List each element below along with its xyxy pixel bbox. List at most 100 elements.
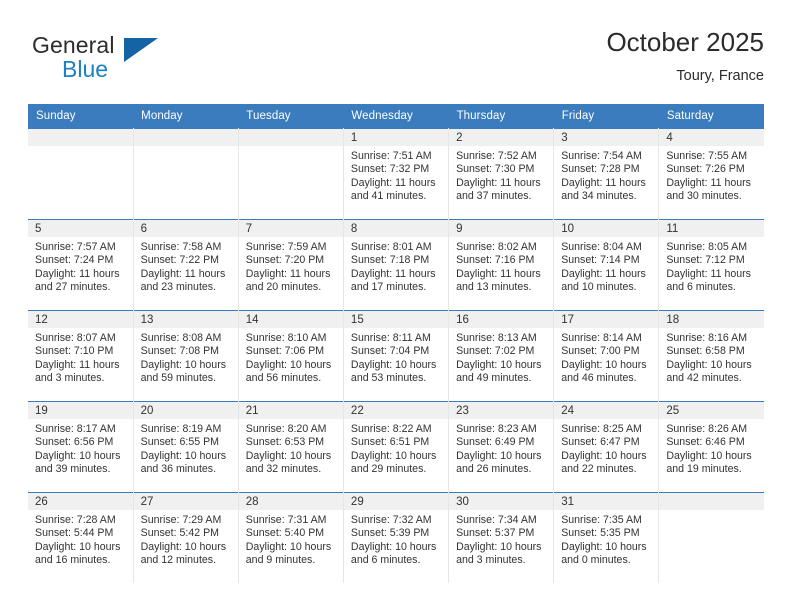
daylight-duration-line2: and 22 minutes. bbox=[561, 463, 637, 476]
day-number: 8 bbox=[343, 220, 449, 237]
calendar-day-cell[interactable]: 24 Sunrise: 8:25 AM Sunset: 6:47 PM Dayligh… bbox=[553, 401, 660, 493]
sunrise-time: Sunrise: 7:55 AM bbox=[666, 150, 748, 162]
calendar-day-cell[interactable]: 16 Sunrise: 8:13 AM Sunset: 7:02 PM Dayligh… bbox=[448, 310, 555, 402]
daylight-duration-line1: Daylight: 10 hours bbox=[140, 540, 227, 553]
daylight-duration-line1: Daylight: 10 hours bbox=[140, 358, 227, 371]
calendar-day-cell[interactable]: 30 Sunrise: 7:34 AM Sunset: 5:37 PM Dayligh… bbox=[448, 492, 555, 583]
calendar-day-cell[interactable]: 29 Sunrise: 7:32 AM Sunset: 5:39 PM Dayligh… bbox=[343, 492, 450, 583]
calendar-week-row: 26 Sunrise: 7:28 AM Sunset: 5:44 PM Dayligh… bbox=[28, 492, 764, 583]
sunrise-time: Sunrise: 8:04 AM bbox=[561, 241, 642, 253]
calendar-day-cell[interactable]: 14 Sunrise: 8:10 AM Sunset: 7:06 PM Dayligh… bbox=[238, 310, 344, 402]
day-number: 20 bbox=[133, 402, 238, 419]
day-number: 3 bbox=[554, 129, 659, 146]
daylight-duration-line1: Daylight: 10 hours bbox=[350, 449, 437, 462]
day-number: 23 bbox=[449, 402, 554, 419]
sunset-time: Sunset: 7:12 PM bbox=[666, 254, 745, 267]
daylight-duration-line2: and 17 minutes. bbox=[350, 281, 427, 294]
calendar-day-cell[interactable]: 31 Sunrise: 7:35 AM Sunset: 5:35 PM Dayligh… bbox=[553, 492, 660, 583]
calendar-day-cell[interactable]: 21 Sunrise: 8:20 AM Sunset: 6:53 PM Dayligh… bbox=[238, 401, 344, 493]
sunrise-time: Sunrise: 7:51 AM bbox=[350, 150, 432, 162]
calendar-day-cell[interactable]: 20 Sunrise: 8:19 AM Sunset: 6:55 PM Dayligh… bbox=[133, 401, 239, 493]
calendar-day-cell[interactable]: 1 Sunrise: 7:51 AM Sunset: 7:32 PM Daylight… bbox=[343, 128, 450, 220]
calendar-day-cell[interactable]: 5 Sunrise: 7:57 AM Sunset: 7:24 PM Daylight… bbox=[28, 219, 134, 311]
calendar-day-cell[interactable]: 17 Sunrise: 8:14 AM Sunset: 7:00 PM Dayligh… bbox=[553, 310, 660, 402]
day-details: Sunrise: 8:20 AM Sunset: 6:53 PM Daylight:… bbox=[239, 419, 343, 477]
day-details: Sunrise: 8:11 AM Sunset: 7:04 PM Daylight:… bbox=[344, 328, 448, 386]
calendar-day-cell[interactable]: 26 Sunrise: 7:28 AM Sunset: 5:44 PM Dayligh… bbox=[28, 492, 134, 583]
sunrise-time: Sunrise: 7:28 AM bbox=[35, 514, 116, 526]
day-number: 16 bbox=[449, 311, 554, 328]
sunset-time: Sunset: 6:47 PM bbox=[561, 436, 640, 449]
day-details: Sunrise: 8:23 AM Sunset: 6:49 PM Daylight:… bbox=[449, 419, 553, 477]
day-details: Sunrise: 7:58 AM Sunset: 7:22 PM Daylight:… bbox=[134, 237, 238, 295]
daylight-duration-line1: Daylight: 10 hours bbox=[35, 449, 121, 462]
generalblue-logo[interactable]: General Blue bbox=[32, 32, 252, 94]
day-number: 11 bbox=[659, 220, 764, 237]
calendar-day-cell[interactable]: 18 Sunrise: 8:16 AM Sunset: 6:58 PM Dayligh… bbox=[658, 310, 764, 402]
day-details: Sunrise: 7:29 AM Sunset: 5:42 PM Daylight:… bbox=[134, 510, 238, 568]
sunrise-time: Sunrise: 7:31 AM bbox=[245, 514, 327, 526]
day-number: 30 bbox=[449, 493, 554, 510]
calendar-day-cell[interactable]: 13 Sunrise: 8:08 AM Sunset: 7:08 PM Dayligh… bbox=[133, 310, 239, 402]
calendar-day-cell[interactable]: 28 Sunrise: 7:31 AM Sunset: 5:40 PM Dayligh… bbox=[238, 492, 344, 583]
calendar-day-cell[interactable]: 19 Sunrise: 8:17 AM Sunset: 6:56 PM Dayligh… bbox=[28, 401, 134, 493]
weekday-header-monday: Monday bbox=[133, 104, 239, 129]
daylight-duration-line2: and 19 minutes. bbox=[666, 463, 742, 476]
day-details: Sunrise: 7:55 AM Sunset: 7:26 PM Daylight:… bbox=[659, 146, 764, 204]
calendar-week-row: 5 Sunrise: 7:57 AM Sunset: 7:24 PM Daylight… bbox=[28, 219, 764, 311]
calendar-day-cell[interactable]: 10 Sunrise: 8:04 AM Sunset: 7:14 PM Dayligh… bbox=[553, 219, 660, 311]
day-number bbox=[659, 493, 764, 510]
sunset-time: Sunset: 7:32 PM bbox=[350, 163, 430, 176]
calendar-page: General Blue October 2025 Toury, France … bbox=[0, 0, 792, 612]
day-number: 24 bbox=[554, 402, 659, 419]
daylight-duration-line1: Daylight: 11 hours bbox=[35, 358, 120, 371]
day-number: 29 bbox=[343, 493, 449, 510]
calendar-day-cell[interactable]: 6 Sunrise: 7:58 AM Sunset: 7:22 PM Daylight… bbox=[133, 219, 239, 311]
daylight-duration-line2: and 53 minutes. bbox=[350, 372, 427, 385]
calendar-day-cell[interactable]: 8 Sunrise: 8:01 AM Sunset: 7:18 PM Daylight… bbox=[343, 219, 450, 311]
calendar-day-cell[interactable]: 9 Sunrise: 8:02 AM Sunset: 7:16 PM Daylight… bbox=[448, 219, 555, 311]
sunrise-time: Sunrise: 8:10 AM bbox=[245, 332, 327, 344]
sunset-time: Sunset: 7:04 PM bbox=[350, 345, 430, 358]
day-details: Sunrise: 7:54 AM Sunset: 7:28 PM Daylight:… bbox=[554, 146, 658, 204]
day-number: 17 bbox=[554, 311, 659, 328]
day-details: Sunrise: 7:32 AM Sunset: 5:39 PM Daylight:… bbox=[344, 510, 448, 568]
calendar-day-cell[interactable]: 7 Sunrise: 7:59 AM Sunset: 7:20 PM Daylight… bbox=[238, 219, 344, 311]
daylight-duration-line1: Daylight: 10 hours bbox=[140, 449, 227, 462]
sunset-time: Sunset: 7:16 PM bbox=[456, 254, 535, 267]
sunset-time: Sunset: 7:08 PM bbox=[140, 345, 219, 358]
calendar-day-cell[interactable]: 27 Sunrise: 7:29 AM Sunset: 5:42 PM Dayligh… bbox=[133, 492, 239, 583]
calendar-day-cell[interactable]: 15 Sunrise: 8:11 AM Sunset: 7:04 PM Dayligh… bbox=[343, 310, 450, 402]
sunrise-time: Sunrise: 8:17 AM bbox=[35, 423, 116, 435]
page-header: General Blue October 2025 Toury, France bbox=[28, 26, 764, 98]
daylight-duration-line1: Daylight: 10 hours bbox=[245, 540, 332, 553]
calendar-cell-empty bbox=[658, 492, 764, 583]
calendar-week-row: 1 Sunrise: 7:51 AM Sunset: 7:32 PM Daylight… bbox=[28, 128, 764, 220]
calendar-day-cell[interactable]: 25 Sunrise: 8:26 AM Sunset: 6:46 PM Dayligh… bbox=[658, 401, 764, 493]
day-number: 4 bbox=[659, 129, 764, 146]
calendar-day-cell[interactable]: 12 Sunrise: 8:07 AM Sunset: 7:10 PM Dayligh… bbox=[28, 310, 134, 402]
calendar-day-cell[interactable]: 11 Sunrise: 8:05 AM Sunset: 7:12 PM Dayligh… bbox=[658, 219, 764, 311]
day-number: 7 bbox=[238, 220, 343, 237]
daylight-duration-line2: and 32 minutes. bbox=[245, 463, 322, 476]
sunrise-time: Sunrise: 8:05 AM bbox=[666, 241, 748, 253]
sunset-time: Sunset: 6:53 PM bbox=[245, 436, 325, 449]
sunrise-time: Sunrise: 7:57 AM bbox=[35, 241, 116, 253]
day-number: 13 bbox=[133, 311, 238, 328]
sunset-time: Sunset: 7:10 PM bbox=[35, 345, 114, 358]
sunset-time: Sunset: 7:18 PM bbox=[350, 254, 430, 267]
daylight-duration-line2: and 16 minutes. bbox=[35, 554, 111, 567]
day-details: Sunrise: 7:28 AM Sunset: 5:44 PM Daylight:… bbox=[28, 510, 133, 568]
calendar-cell-empty bbox=[133, 128, 239, 220]
sunset-time: Sunset: 5:42 PM bbox=[140, 527, 219, 540]
day-details: Sunrise: 8:17 AM Sunset: 6:56 PM Daylight:… bbox=[28, 419, 133, 477]
calendar-day-cell[interactable]: 4 Sunrise: 7:55 AM Sunset: 7:26 PM Daylight… bbox=[658, 128, 764, 220]
day-number: 21 bbox=[238, 402, 343, 419]
calendar-day-cell[interactable]: 3 Sunrise: 7:54 AM Sunset: 7:28 PM Daylight… bbox=[553, 128, 660, 220]
calendar-day-cell[interactable]: 22 Sunrise: 8:22 AM Sunset: 6:51 PM Dayligh… bbox=[343, 401, 450, 493]
calendar-day-cell[interactable]: 23 Sunrise: 8:23 AM Sunset: 6:49 PM Dayligh… bbox=[448, 401, 555, 493]
calendar-day-cell[interactable]: 2 Sunrise: 7:52 AM Sunset: 7:30 PM Daylight… bbox=[448, 128, 555, 220]
weekday-header-tuesday: Tuesday bbox=[238, 104, 344, 129]
day-number: 15 bbox=[343, 311, 449, 328]
daylight-duration-line2: and 56 minutes. bbox=[245, 372, 322, 385]
